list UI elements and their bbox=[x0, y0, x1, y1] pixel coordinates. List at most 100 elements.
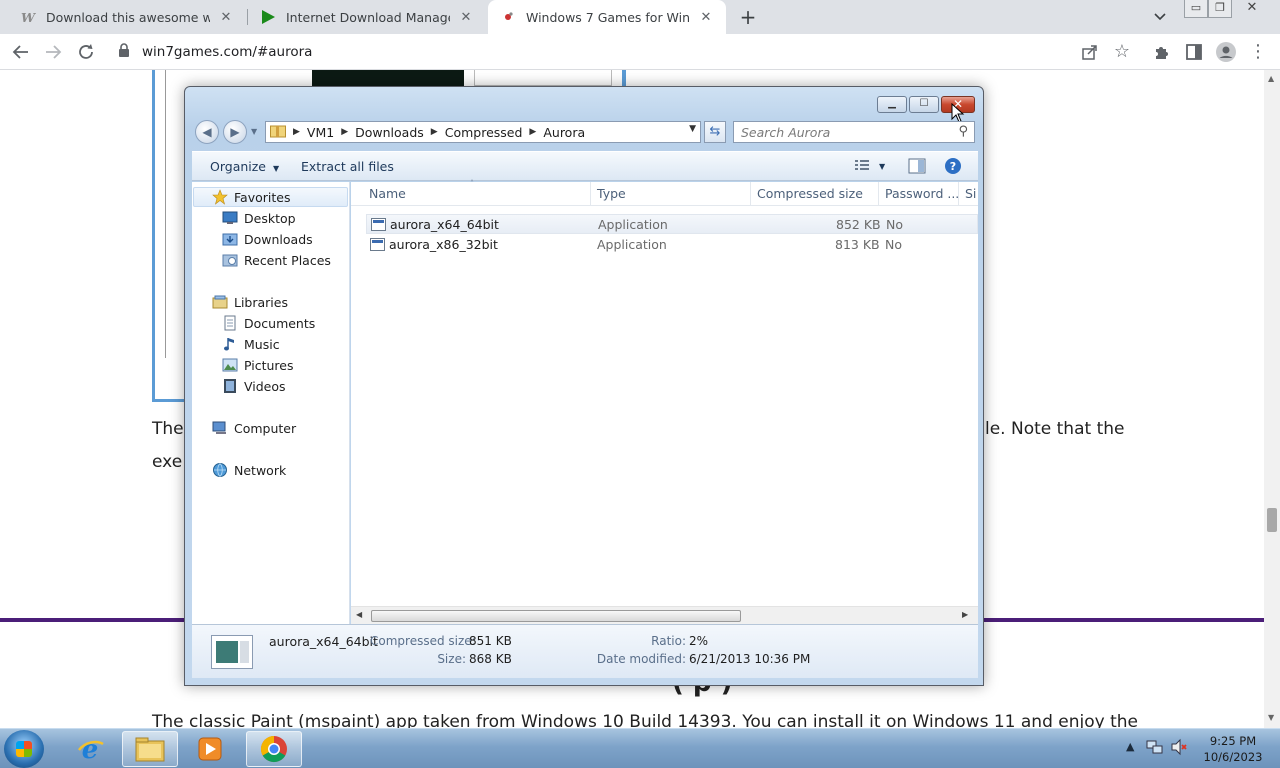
restore-icon[interactable]: ❐ bbox=[1208, 0, 1232, 18]
new-tab-button[interactable]: + bbox=[736, 4, 760, 30]
breadcrumb-downloads[interactable]: Downloads bbox=[355, 125, 424, 140]
refresh-button[interactable]: ⇆ bbox=[704, 121, 726, 143]
chevron-down-icon[interactable] bbox=[1150, 6, 1170, 26]
image-frame bbox=[152, 70, 155, 402]
extensions-icon[interactable] bbox=[1150, 40, 1174, 64]
media-player-icon[interactable] bbox=[182, 731, 238, 767]
chevron-down-icon[interactable]: ▼ bbox=[251, 127, 257, 136]
horizontal-scrollbar[interactable]: ◀ ▶ bbox=[351, 606, 978, 624]
help-icon[interactable]: ? bbox=[944, 157, 962, 178]
view-options-icon[interactable] bbox=[854, 158, 870, 175]
network-icon bbox=[212, 462, 228, 478]
nav-documents[interactable]: Documents bbox=[222, 313, 315, 333]
internet-explorer-icon[interactable]: e bbox=[62, 731, 118, 767]
scrollbar-thumb[interactable] bbox=[1267, 508, 1277, 532]
nav-label: Music bbox=[244, 336, 280, 352]
pictures-icon bbox=[222, 357, 238, 373]
tab-win7games[interactable]: Windows 7 Games for Windows ✕ bbox=[488, 0, 726, 34]
close-icon[interactable]: ✕ bbox=[1240, 0, 1264, 18]
profile-icon[interactable] bbox=[1214, 40, 1238, 64]
organize-button[interactable]: Organize ▼ bbox=[210, 159, 279, 174]
chrome-icon[interactable] bbox=[246, 731, 302, 767]
page-scrollbar[interactable]: ▲ ▼ bbox=[1264, 70, 1280, 728]
network-tray-icon[interactable] bbox=[1146, 738, 1164, 759]
scroll-down-icon[interactable]: ▼ bbox=[1268, 713, 1274, 722]
start-button[interactable] bbox=[4, 730, 44, 768]
column-compressed-size[interactable]: Compressed size bbox=[751, 182, 879, 206]
breadcrumb-arrow-icon[interactable]: ▶ bbox=[431, 127, 438, 137]
system-clock[interactable]: 9:25 PM 10/6/2023 bbox=[1194, 733, 1272, 765]
back-arrow-icon[interactable] bbox=[9, 40, 33, 64]
scroll-right-icon[interactable]: ▶ bbox=[962, 610, 968, 619]
breadcrumb-arrow-icon[interactable]: ▶ bbox=[293, 127, 300, 137]
breadcrumb-compressed[interactable]: Compressed bbox=[445, 125, 523, 140]
file-password: No bbox=[885, 237, 902, 252]
play-icon bbox=[260, 9, 276, 25]
breadcrumb-vm1[interactable]: VM1 bbox=[307, 125, 334, 140]
search-icon[interactable]: ⚲ bbox=[958, 124, 968, 139]
explorer-window: ▁ ☐ ✕ ◀ ▶ ▼ ▶ VM1 ▶ Downloads ▶ Compress… bbox=[184, 86, 984, 686]
close-icon[interactable]: ✕ bbox=[458, 10, 474, 25]
address-bar[interactable]: win7games.com/#aurora bbox=[110, 37, 1144, 67]
reload-icon[interactable] bbox=[74, 40, 98, 64]
windows-explorer-icon[interactable] bbox=[122, 731, 178, 767]
nav-desktop[interactable]: Desktop bbox=[222, 208, 296, 228]
nav-downloads[interactable]: Downloads bbox=[222, 229, 313, 249]
side-panel-icon[interactable] bbox=[1182, 40, 1206, 64]
maximize-icon[interactable]: ☐ bbox=[909, 96, 939, 113]
selected-file-name: aurora_x64_64bit bbox=[269, 634, 378, 649]
address-breadcrumb[interactable]: ▶ VM1 ▶ Downloads ▶ Compressed ▶ Aurora … bbox=[265, 121, 701, 143]
size-label: Size: bbox=[437, 652, 466, 666]
taskbar: e ▲ 9:25 PM 10/6/2023 bbox=[0, 728, 1280, 768]
chevron-down-icon[interactable]: ▼ bbox=[689, 124, 696, 134]
breadcrumb-aurora[interactable]: Aurora bbox=[543, 125, 585, 140]
nav-music[interactable]: Music bbox=[222, 334, 280, 354]
column-type[interactable]: Type bbox=[591, 182, 751, 206]
scroll-left-icon[interactable]: ◀ bbox=[356, 610, 362, 619]
file-row[interactable]: aurora_x86_32bit Application 813 KB No bbox=[366, 235, 978, 255]
forward-arrow-icon[interactable] bbox=[41, 40, 65, 64]
minimize-icon[interactable]: ▁ bbox=[877, 96, 907, 113]
share-icon[interactable] bbox=[1078, 40, 1102, 64]
file-type: Application bbox=[598, 217, 668, 232]
nav-label: Downloads bbox=[244, 231, 313, 247]
show-hidden-icons-arrow[interactable]: ▲ bbox=[1126, 740, 1134, 753]
back-button[interactable]: ◀ bbox=[195, 120, 219, 144]
nav-computer[interactable]: Computer bbox=[212, 418, 296, 438]
nav-pictures[interactable]: Pictures bbox=[222, 355, 294, 375]
clock-time: 9:25 PM bbox=[1209, 734, 1257, 748]
nav-recent-places[interactable]: Recent Places bbox=[222, 250, 331, 270]
close-icon[interactable]: ✕ bbox=[698, 10, 714, 25]
menu-dots-icon[interactable]: ⋮ bbox=[1246, 40, 1270, 64]
chevron-down-icon[interactable]: ▼ bbox=[879, 162, 885, 171]
minimize-icon[interactable]: ▭ bbox=[1184, 0, 1208, 18]
extract-all-button[interactable]: Extract all files bbox=[301, 159, 394, 174]
screenshot-image bbox=[312, 70, 464, 86]
breadcrumb-arrow-icon[interactable]: ▶ bbox=[529, 127, 536, 137]
column-size[interactable]: Si bbox=[959, 182, 978, 206]
svg-text:e: e bbox=[82, 735, 99, 764]
forward-button[interactable]: ▶ bbox=[223, 120, 247, 144]
scrollbar-thumb[interactable] bbox=[371, 610, 741, 622]
tab-wallpaper[interactable]: W Download this awesome wallpap ✕ bbox=[8, 0, 246, 34]
details-pane: aurora_x64_64bit Compressed size: 851 KB… bbox=[192, 624, 978, 678]
volume-muted-icon[interactable] bbox=[1170, 738, 1188, 759]
scroll-up-icon[interactable]: ▲ bbox=[1268, 74, 1274, 83]
preview-pane-icon[interactable] bbox=[908, 158, 926, 177]
file-row[interactable]: aurora_x64_64bit Application 852 KB No bbox=[366, 214, 978, 234]
clock-date: 10/6/2023 bbox=[1203, 750, 1263, 764]
column-name[interactable]: Name bbox=[363, 182, 591, 206]
tab-idm[interactable]: Internet Download Manager: The ✕ bbox=[248, 0, 486, 34]
search-input[interactable]: Search Aurora ⚲ bbox=[733, 121, 975, 143]
lock-icon bbox=[118, 43, 136, 61]
paragraph-text: exe bbox=[152, 452, 183, 472]
close-icon[interactable]: ✕ bbox=[218, 10, 234, 25]
star-icon[interactable]: ☆ bbox=[1110, 40, 1134, 64]
nav-network[interactable]: Network bbox=[212, 460, 286, 480]
breadcrumb-arrow-icon[interactable]: ▶ bbox=[341, 127, 348, 137]
nav-libraries[interactable]: Libraries bbox=[212, 292, 288, 312]
nav-label: Recent Places bbox=[244, 252, 331, 268]
nav-videos[interactable]: Videos bbox=[222, 376, 286, 396]
column-password[interactable]: Password ... bbox=[879, 182, 959, 206]
nav-favorites[interactable]: Favorites bbox=[193, 187, 348, 207]
